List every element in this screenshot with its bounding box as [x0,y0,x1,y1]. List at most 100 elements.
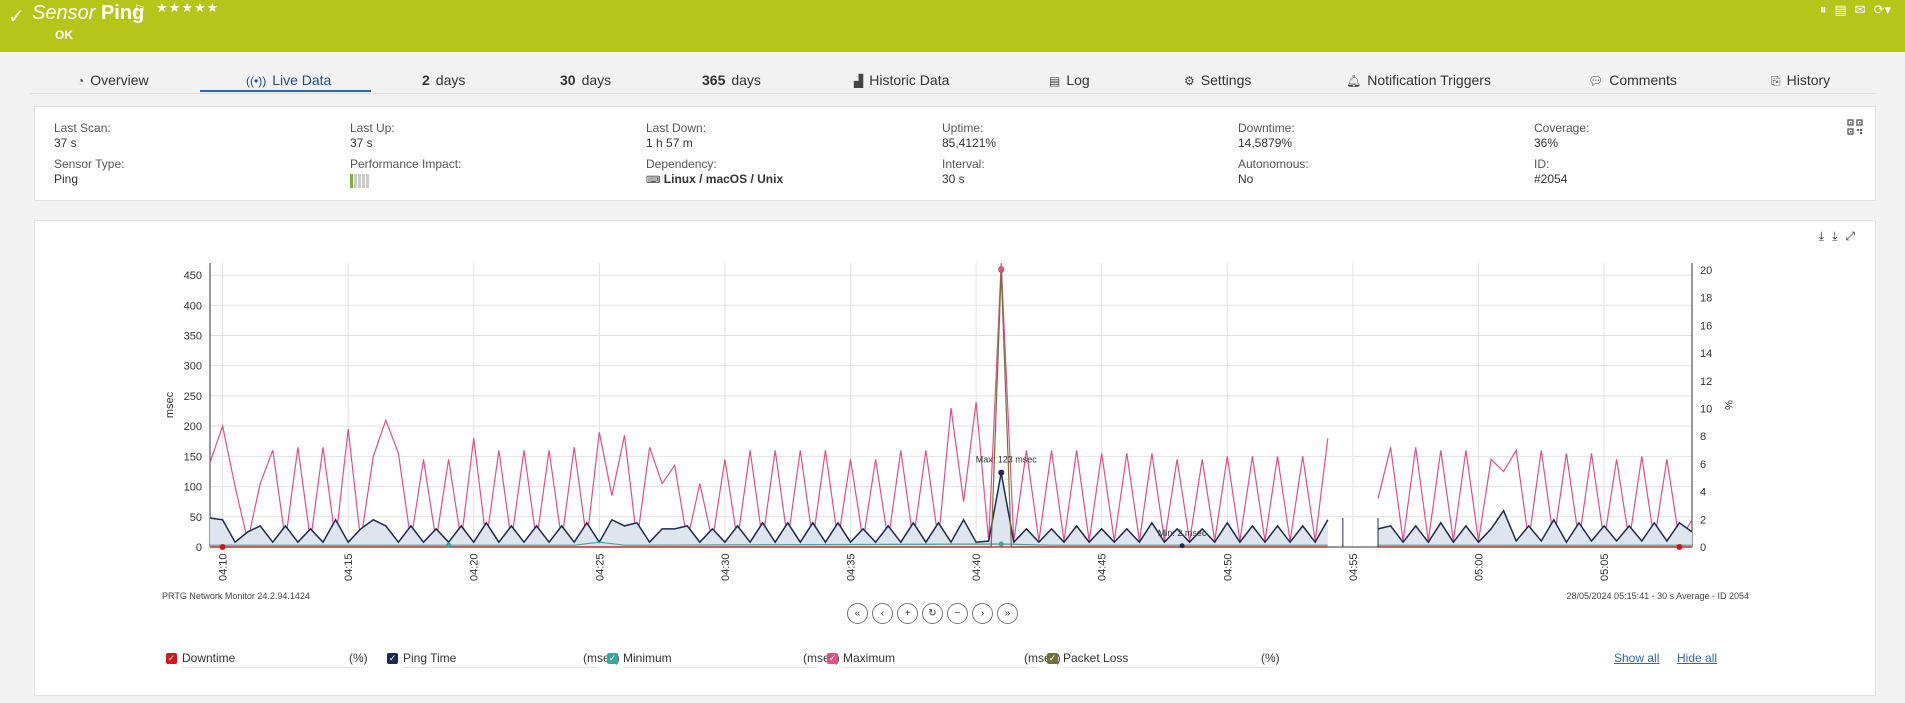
dependency-link[interactable]: Linux / macOS / Unix [664,172,783,186]
y-right-tick-label: 14 [1700,348,1712,360]
device-icon: ⌨ [646,175,661,186]
y-left-tick-label: 200 [184,421,202,433]
y-right-tick-label: 10 [1700,403,1712,415]
y-right-tick-label: 20 [1700,265,1712,277]
last-up-field: Last Up: 37 s [350,121,395,150]
y-right-tick-label: 18 [1700,293,1712,305]
x-tick-label: 04:10 [218,553,230,581]
bell-icon: 🔔︎ [1346,74,1362,88]
y-right-tick-label: 0 [1700,542,1706,554]
y-left-tick-label: 400 [184,300,202,312]
nav-first-button[interactable]: « [847,603,868,624]
zoom-out-button[interactable]: − [947,603,968,624]
y-left-tick-label: 100 [184,482,202,494]
x-tick-label: 05:00 [1473,553,1485,581]
flag-icon[interactable]: ⚐ [134,2,146,18]
tab-comments[interactable]: 💬︎ Comments [1588,72,1677,94]
nav-prev-button[interactable]: ‹ [872,603,893,624]
history-icon: ⎘ [1771,74,1781,88]
check-icon: ✓ [8,6,25,28]
chart-annotation: Min: 2 msec [1158,528,1207,538]
nav-next-button[interactable]: › [972,603,993,624]
y-axis-left-label: msec [164,391,176,418]
legend-checkbox[interactable]: ✓ [1047,652,1058,664]
show-all-link[interactable]: Show all [1614,651,1659,665]
gauge-icon: ◔ [77,74,85,88]
tab-log[interactable]: ▤ Log [1049,72,1090,94]
series-line-maximum [209,262,1329,542]
tab-settings[interactable]: ⚙ Settings [1184,72,1251,94]
refresh-menu-icon[interactable]: ⟳▾ [1874,2,1891,18]
minimum-mark-point [446,542,452,548]
sensor-header: ✓ Sensor Ping ⚐ ★★★★★ OK ⏸ ▤ ✉ ⟳▾ [0,0,1905,52]
legend-item-ping-time[interactable]: ✓ Ping Time [387,651,456,665]
y-left-tick-label: 350 [184,331,202,343]
y-right-tick-label: 16 [1700,320,1712,332]
legend-item-packet-loss[interactable]: ✓ Packet Loss [1047,651,1128,665]
tab-2-days[interactable]: 2 days [422,72,465,94]
priority-stars[interactable]: ★★★★★ [156,0,219,16]
dependency-field: Dependency: ⌨ Linux / macOS / Unix [646,157,784,186]
hide-all-link[interactable]: Hide all [1677,651,1717,665]
last-down-field: Last Down: 1 h 57 m [646,121,707,150]
zoom-in-button[interactable]: + [897,603,918,624]
mail-icon[interactable]: ✉ [1855,2,1866,18]
report-icon[interactable]: ▤ [1834,2,1846,18]
downtime-end-point [1676,544,1683,550]
legend-checkbox[interactable]: ✓ [387,652,398,664]
legend-item-downtime[interactable]: ✓ Downtime [166,651,235,665]
tab-30-days[interactable]: 30 days [560,72,611,94]
y-axis-right-label: % [1722,400,1734,410]
ping-max-point [998,469,1005,476]
pause-icon[interactable]: ⏸ [1820,2,1827,18]
maximum-peak-point [998,266,1005,273]
tab-notification-triggers[interactable]: 🔔︎ Notification Triggers [1346,72,1491,94]
downtime-field: Downtime: 14,5879% [1238,121,1295,150]
log-icon: ▤ [1049,74,1061,88]
y-right-tick-label: 8 [1700,431,1706,443]
area-chart-icon: ▟ [854,74,864,88]
ping-min-point [1179,543,1185,549]
nav-last-button[interactable]: » [997,603,1018,624]
legend-checkbox[interactable]: ✓ [827,652,838,664]
legend-checkbox[interactable]: ✓ [607,652,618,664]
header-toolbar: ⏸ ▤ ✉ ⟳▾ [1820,2,1891,18]
interval-field: Interval: 30 s [942,157,985,186]
y-right-tick-label: 12 [1700,376,1712,388]
qr-code-icon[interactable] [1847,119,1863,135]
x-tick-label: 04:25 [594,553,606,581]
status-text: OK [55,28,73,42]
y-left-tick-label: 300 [184,361,202,373]
downtime-start-point [219,544,226,550]
x-tick-label: 04:15 [343,553,355,581]
sensor-type-field: Sensor Type: Ping [54,157,125,186]
id-field: ID: #2054 [1534,157,1568,186]
tab-historic-data[interactable]: ▟ Historic Data [854,72,949,94]
legend-item-minimum[interactable]: ✓ Minimum [607,651,672,665]
tab-history[interactable]: ⎘ History [1771,72,1830,94]
x-tick-label: 04:40 [971,553,983,581]
tab-overview[interactable]: ◔ Overview [77,72,149,94]
minimum-point [998,541,1004,547]
active-tab-indicator [200,90,371,92]
series-line-packet-loss [210,269,1328,548]
legend-checkbox[interactable]: ✓ [166,652,177,664]
title-sensor-word: Sensor [32,2,96,24]
live-data-chart[interactable]: 04:10 04:15 04:20 04:25 04:30 04:35 04:40 04:45… [35,221,1877,591]
x-tick-label: 04:55 [1348,553,1360,581]
chart-annotation: Max: 123 msec [976,455,1038,465]
performance-impact-bar [350,174,461,188]
y-left-tick-label: 250 [184,391,202,403]
series-line-maximum [1377,447,1693,543]
last-scan-field: Last Scan: 37 s [54,121,111,150]
tab-365-days[interactable]: 365 days [702,72,761,94]
y-right-tick-label: 2 [1700,514,1706,526]
x-tick-label: 04:45 [1097,553,1109,581]
reset-zoom-button[interactable]: ↻ [922,603,943,624]
x-tick-label: 05:05 [1599,553,1611,581]
legend-item-maximum[interactable]: ✓ Maximum [827,651,895,665]
x-tick-label: 04:30 [720,553,732,581]
tab-bar: ◔ Overview ((•)) Live Data 2 days 30 days 36… [30,68,1876,94]
x-tick-label: 04:35 [846,553,858,581]
y-right-tick-label: 4 [1700,487,1706,499]
